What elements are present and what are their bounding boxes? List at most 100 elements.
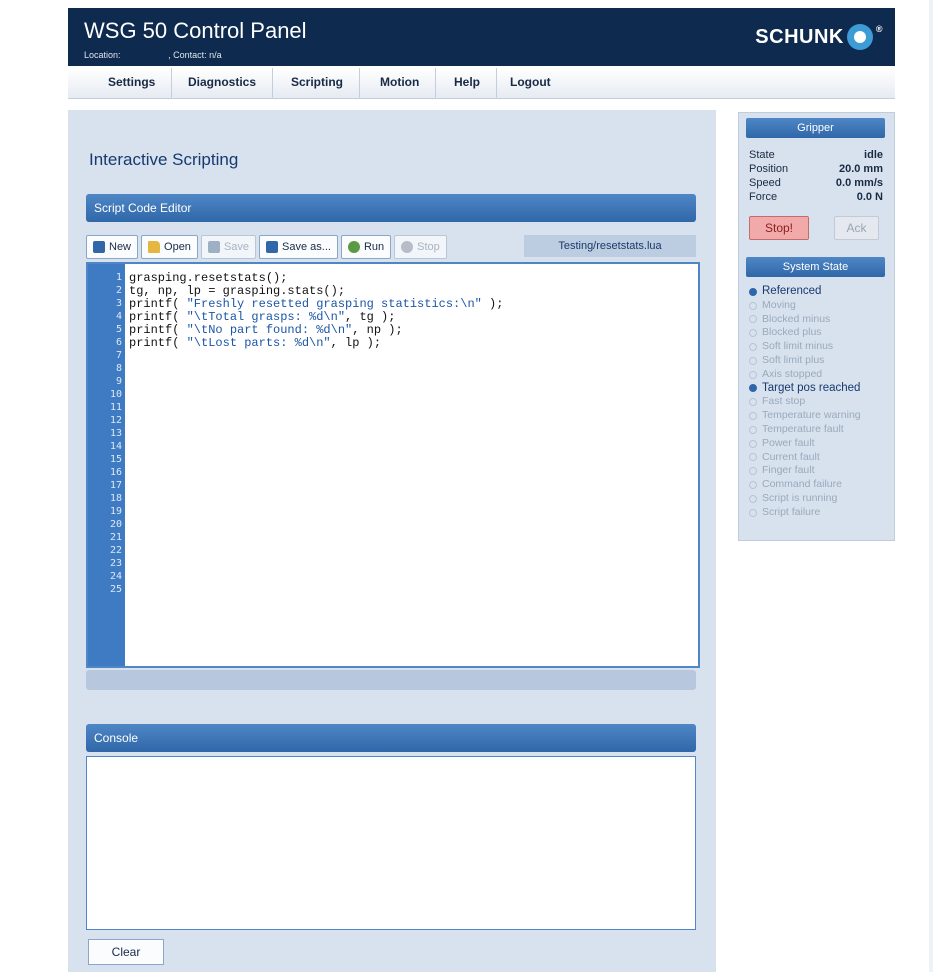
state-label: State [749,149,775,161]
code-text: ); [481,297,504,311]
status-on-icon [749,287,757,296]
state-flag: Soft limit plus [749,354,889,368]
scripting-panel: Interactive Scripting Script Code Editor… [68,110,716,972]
code-text: printf( [129,336,187,350]
state-flag: Axis stopped [749,368,889,382]
page-title: Interactive Scripting [89,150,239,169]
console-output[interactable] [86,756,696,930]
nav-diagnostics[interactable]: Diagnostics [172,68,274,98]
line-number: 1 [115,272,122,283]
logo-mark-icon [846,24,873,50]
force-label: Force [749,191,778,203]
line-number: 15 [109,454,122,465]
code-text: , np ); [352,323,403,337]
state-flag-label: Referenced [762,285,822,297]
stop-button[interactable]: Stop [394,235,447,259]
new-button-label: New [109,241,132,253]
speed-label: Speed [749,177,781,189]
force-value: 0.0 N [856,191,883,203]
state-flag-label: Target pos reached [762,381,861,394]
state-flag-label: Fast stop [762,395,806,408]
editor-header: Script Code Editor [86,194,696,222]
status-off-icon [749,315,757,324]
new-file-icon [93,241,105,253]
state-flag-label: Soft limit minus [762,340,834,353]
save-button[interactable]: Save [200,235,257,259]
open-button[interactable]: Open [141,235,198,259]
status-off-icon [749,329,757,338]
code-text: , tg ); [345,310,396,324]
code-text: printf( [129,310,187,324]
status-off-icon [749,481,757,490]
code-string: "\tTotal grasps: %d\n" [186,310,346,324]
state-flag: Target pos reached [749,382,889,396]
status-off-icon [749,439,757,448]
state-flag: Temperature warning [749,409,889,423]
line-number: 10 [109,389,122,400]
state-flag: Script failure [749,506,889,520]
speed-value: 0.0 mm/s [835,177,883,189]
nav-scripting[interactable]: Scripting [275,68,361,98]
state-flag: Fast stop [749,395,889,409]
line-number: 9 [115,376,122,387]
status-off-icon [749,508,757,517]
line-number: 5 [115,324,122,335]
state-flag-label: Power fault [762,436,815,449]
position-value: 20.0 mm [838,163,883,175]
code-line: printf( "\tLost parts: %d\n", lp ); [129,337,503,350]
line-number: 8 [115,363,122,374]
clear-button[interactable]: Clear [88,939,164,965]
state-flag-label: Soft limit plus [762,353,825,366]
save-as-icon [266,241,279,253]
location-line: Location: , Contact: n/a [84,50,222,60]
status-off-icon [749,343,757,352]
run-button[interactable]: Run [340,235,392,259]
nav-help[interactable]: Help [438,68,498,98]
position-label: Position [749,163,789,175]
state-value: idle [864,149,883,161]
nav-settings[interactable]: Settings [92,68,173,98]
code-area[interactable]: grasping.resetstats(); tg, np, lp = grasp… [129,272,503,350]
new-button[interactable]: New [86,235,139,259]
line-number: 12 [109,415,122,426]
emergency-stop-button[interactable]: Stop! [749,216,809,240]
line-number: 7 [115,350,122,361]
folder-icon [148,241,161,253]
page-scrollbar[interactable] [929,0,933,972]
system-state-flags: Referenced Moving Blocked minus Blocked plu… [749,285,889,520]
line-number: 17 [109,480,122,491]
state-flag: Referenced [749,285,889,299]
code-text: grasping.resetstats(); [129,271,288,285]
line-number: 4 [115,311,122,322]
code-editor[interactable]: 1 2 3 4 5 6 7 8 9 10 11 12 13 14 15 16 17 18 19 20 21 22 23 24 2… [86,262,700,668]
line-number: 24 [109,571,122,582]
state-flag: Moving [749,299,889,313]
state-flag-label: Axis stopped [762,367,823,380]
state-flag: Script is running [749,492,889,506]
nav-logout[interactable]: Logout [494,68,567,98]
status-on-icon [749,384,757,393]
state-flag: Current fault [749,451,889,465]
state-flag-label: Moving [762,298,796,311]
status-off-icon [749,370,757,379]
ack-button[interactable]: Ack [834,216,879,240]
schunk-logo: SCHUNK ® [755,24,883,50]
state-flag: Power fault [749,437,889,451]
script-filename: Testing/resetstats.lua [524,235,696,257]
line-number: 21 [109,532,122,543]
code-string: "\tNo part found: %d\n" [186,323,353,337]
line-number: 19 [109,506,122,517]
code-text: tg, np, lp = grasping.stats(); [129,284,346,298]
status-off-icon [749,467,757,476]
state-flag: Blocked minus [749,313,889,327]
line-number: 6 [115,337,122,348]
speed-row: Speed 0.0 mm/s [749,177,883,189]
nav-motion[interactable]: Motion [364,68,437,98]
stop-icon [401,241,414,253]
state-row: State idle [749,149,883,161]
status-off-icon [749,356,757,365]
status-off-icon [749,301,757,310]
console-header: Console [86,724,696,752]
save-as-button[interactable]: Save as... [259,235,338,259]
location-label: Location: [84,50,121,60]
